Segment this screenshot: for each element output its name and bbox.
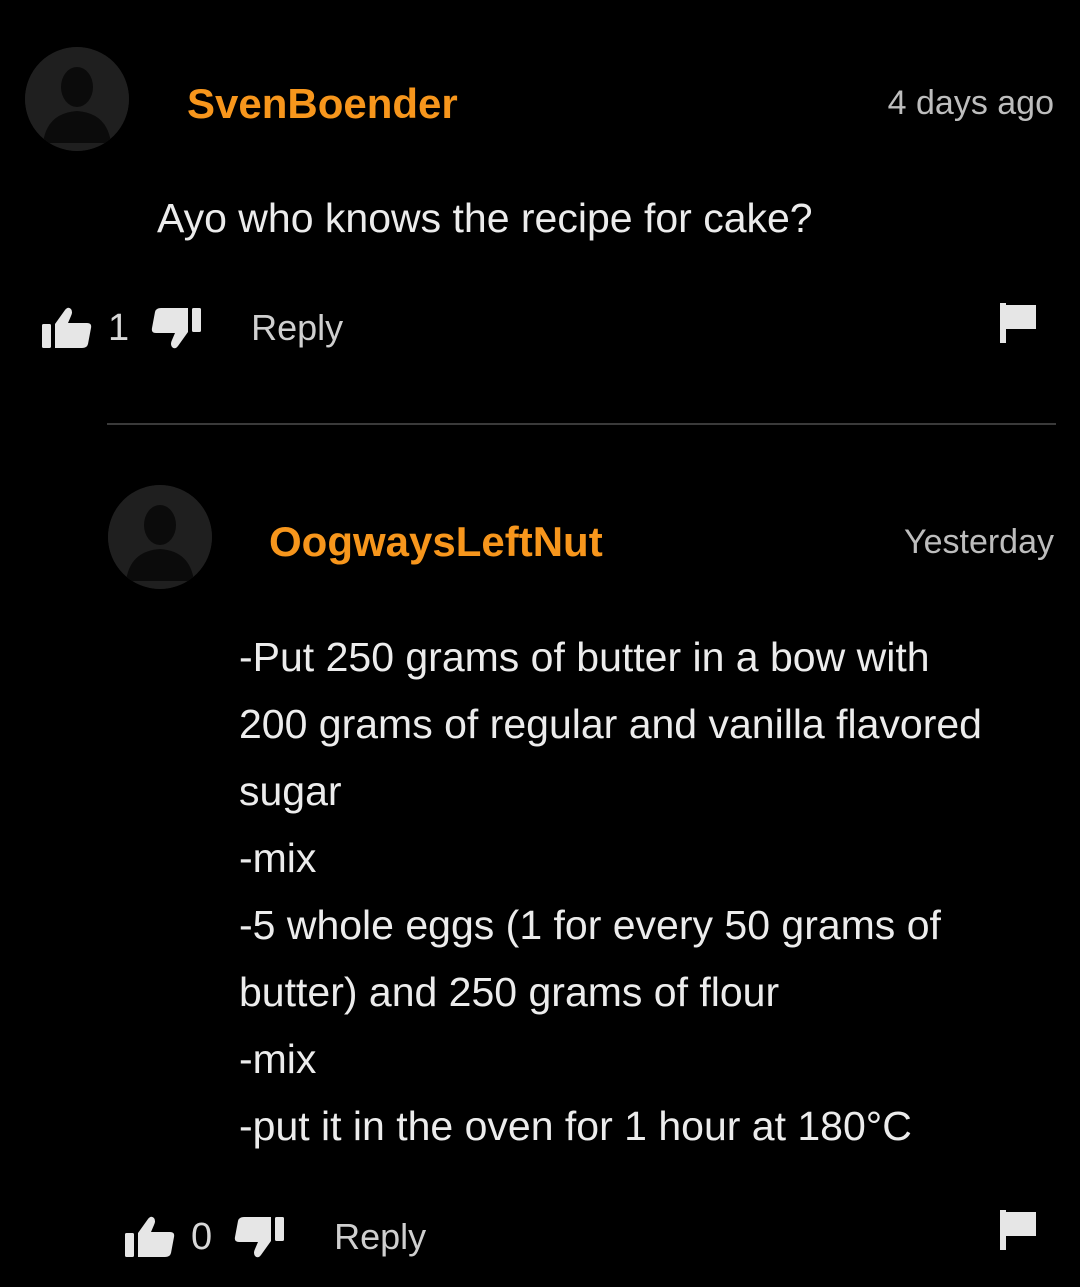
comment-text: Ayo who knows the recipe for cake? — [157, 185, 813, 252]
like-count: 0 — [191, 1215, 213, 1258]
like-count: 1 — [108, 306, 130, 349]
thumbs-down-icon[interactable] — [149, 306, 203, 350]
user-silhouette-icon — [108, 485, 212, 589]
comment-text: -Put 250 grams of butter in a bow with 2… — [239, 624, 982, 1160]
thumbs-up-icon[interactable] — [123, 1215, 177, 1259]
comment-text-line: -mix — [239, 1036, 317, 1082]
flag-icon[interactable] — [1000, 1210, 1038, 1255]
divider — [107, 423, 1056, 425]
comment-username[interactable]: OogwaysLeftNut — [269, 518, 603, 566]
user-silhouette-icon — [25, 47, 129, 151]
comment-text-line: butter) and 250 grams of flour — [239, 969, 780, 1015]
thumbs-down-icon[interactable] — [232, 1215, 286, 1259]
comment-timestamp: 4 days ago — [887, 84, 1054, 122]
avatar[interactable] — [25, 47, 129, 151]
comment-text-line: -mix — [239, 835, 317, 881]
comment-text-line: 200 grams of regular and vanilla flavore… — [239, 701, 982, 747]
comment-text-line: -put it in the oven for 1 hour at 180°C — [239, 1103, 912, 1149]
avatar[interactable] — [108, 485, 212, 589]
comment-text-line: -5 whole eggs (1 for every 50 grams of — [239, 902, 941, 948]
comment-username[interactable]: SvenBoender — [187, 80, 458, 128]
reply-button[interactable]: Reply — [251, 307, 343, 349]
comment-text-line: -Put 250 grams of butter in a bow with — [239, 634, 930, 680]
comment-text-line: sugar — [239, 768, 342, 814]
comment-actions: 0 Reply — [123, 1207, 426, 1267]
comment-timestamp: Yesterday — [904, 523, 1054, 561]
reply-button[interactable]: Reply — [334, 1216, 426, 1258]
thumbs-up-icon[interactable] — [40, 306, 94, 350]
flag-icon[interactable] — [1000, 303, 1038, 348]
comment-text-line: Ayo who knows the recipe for cake? — [157, 195, 813, 241]
comment-actions: 1 Reply — [40, 298, 343, 358]
